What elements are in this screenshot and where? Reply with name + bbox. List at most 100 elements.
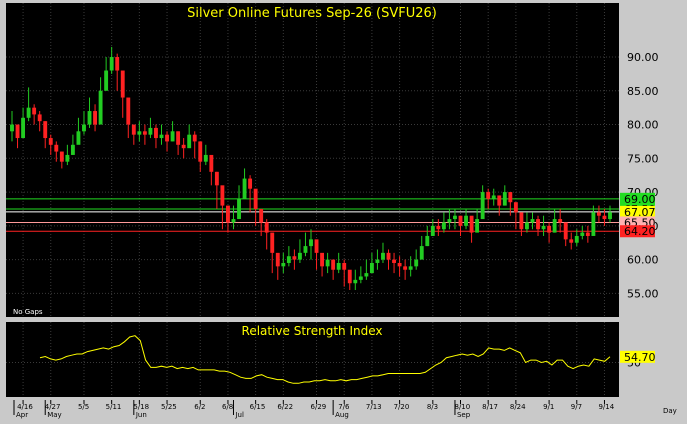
candle-body [264, 222, 269, 233]
candle-body [392, 259, 396, 263]
candle-body [242, 178, 247, 199]
candle-body [237, 198, 241, 220]
candle-body [536, 219, 540, 230]
x-tick-label: 6/15 [250, 403, 266, 411]
candle-body [275, 252, 280, 267]
candle-body [469, 215, 474, 233]
candle-body [458, 215, 463, 226]
candle-body [508, 192, 513, 203]
candle-body [54, 144, 59, 152]
candle-body [303, 246, 308, 253]
level-labels: 69.0067.5067.0765.5064.20 [620, 192, 656, 238]
candle-body [364, 273, 369, 277]
candle-body [336, 262, 341, 270]
candle-body [297, 252, 302, 260]
x-tick-label: 9/7 [571, 403, 582, 411]
candle-body [226, 205, 230, 223]
candle-body [76, 131, 81, 145]
candle-body [491, 195, 496, 199]
candle-body [342, 262, 347, 270]
candle-body [569, 239, 574, 243]
candle-body [32, 107, 37, 115]
candle-body [464, 215, 468, 226]
candle-body [513, 202, 518, 213]
candle-body [98, 90, 103, 125]
candle-body [154, 127, 158, 139]
candle-body [414, 259, 419, 267]
candle-body [126, 97, 131, 125]
x-tick-label: 4/16 [17, 403, 33, 411]
candle-body [286, 256, 291, 263]
candle-body [148, 127, 153, 135]
candle-body [447, 219, 452, 223]
candle-body [93, 111, 97, 125]
candle-body [87, 111, 92, 125]
candle-body [397, 262, 402, 267]
x-tick-label: 7/13 [366, 403, 382, 411]
candle-body [519, 212, 524, 230]
candle-body [248, 178, 253, 189]
candle-body [381, 252, 385, 260]
x-tick-label: 9/14 [598, 403, 614, 411]
x-tick-label: 8/3 [427, 403, 438, 411]
candle-body [403, 266, 408, 270]
candle-body [82, 124, 86, 132]
month-label: May [47, 411, 61, 419]
candle-body [165, 134, 169, 142]
candle-body [430, 225, 435, 236]
candle-body [170, 131, 175, 142]
x-tick-label: 5/25 [161, 403, 177, 411]
candle-body [15, 124, 20, 139]
x-tick-label: 5/5 [78, 403, 89, 411]
candle-body [453, 215, 457, 220]
candle-body [436, 225, 441, 230]
candle-body [253, 188, 258, 209]
candle-body [591, 212, 596, 236]
price-tick-label: 60.00 [627, 254, 659, 267]
candle-body [70, 144, 75, 155]
chart-title: Silver Online Futures Sep-26 (SVFU26) [187, 6, 437, 21]
candle-body [115, 57, 120, 71]
x-tick-label: 6/29 [311, 403, 327, 411]
candle-body [369, 262, 374, 274]
candle-body [486, 192, 491, 199]
candle-body [563, 222, 568, 240]
x-tick-label: 5/11 [106, 403, 122, 411]
candle-body [181, 144, 186, 149]
candle-body [104, 70, 109, 91]
x-tick-label: 7/20 [394, 403, 410, 411]
candle-body [59, 151, 64, 162]
candle-body [331, 259, 336, 270]
month-label: Jul [234, 411, 244, 419]
rsi-title: Relative Strength Index [242, 324, 383, 338]
price-tick-label: 85.00 [627, 85, 659, 98]
x-tick-label: 6/22 [277, 403, 293, 411]
candle-body [209, 154, 214, 172]
candle-body [525, 222, 529, 230]
month-label: Apr [16, 411, 28, 419]
candle-body [585, 232, 590, 236]
price-tick-label: 80.00 [627, 119, 659, 132]
candle-body [159, 134, 164, 139]
candle-body [192, 134, 197, 142]
month-label: Sep [457, 411, 471, 419]
candle-body [425, 235, 430, 247]
candle-body [309, 239, 313, 247]
candle-body [220, 185, 225, 206]
x-tick-label: 7/6 [338, 403, 350, 411]
candle-body [602, 215, 607, 220]
candle-body [37, 114, 42, 122]
level-label: 64.20 [624, 225, 656, 238]
month-label: Aug [335, 411, 349, 419]
candle-body [259, 208, 264, 223]
candle-body [203, 154, 208, 162]
x-tick-label: 6/2 [194, 403, 205, 411]
month-label: Jun [135, 411, 147, 419]
candle-body [358, 276, 363, 280]
candle-body [547, 225, 552, 233]
candle-body [26, 107, 31, 118]
candle-body [120, 70, 125, 98]
candle-body [386, 252, 391, 260]
chart-svg: Silver Online Futures Sep-26 (SVFU26) No… [0, 0, 687, 420]
candle-body [176, 131, 181, 145]
